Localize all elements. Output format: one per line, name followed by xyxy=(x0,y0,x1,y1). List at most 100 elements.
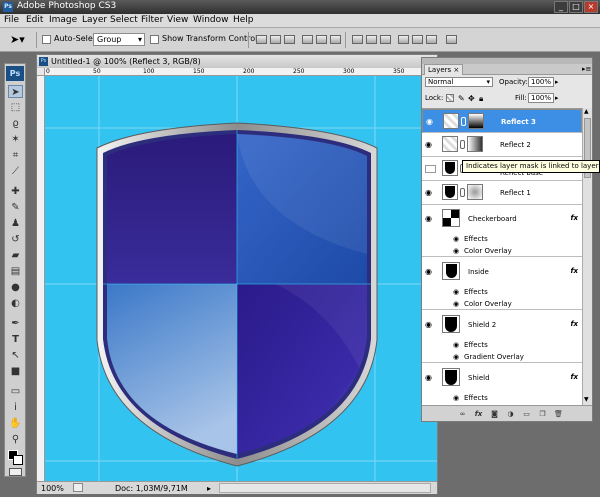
layer-row-reflect-3[interactable]: ◉ Reflect 3 xyxy=(422,109,582,133)
visibility-eye-icon[interactable]: ◉ xyxy=(425,321,436,329)
close-icon[interactable]: × xyxy=(453,66,459,74)
lasso-icon[interactable]: ϱ xyxy=(8,117,23,130)
horizontal-scrollbar[interactable] xyxy=(219,483,431,493)
menu-layer[interactable]: Layer xyxy=(82,15,107,25)
distribute-right-icon[interactable] xyxy=(426,35,437,44)
layer-row-checkerboard[interactable]: ◉ Checkerboard fx xyxy=(422,205,582,233)
visibility-eye-icon[interactable]: ◉ xyxy=(425,141,436,149)
magic-wand-icon[interactable]: ✶ xyxy=(8,133,23,146)
align-hcenter-icon[interactable] xyxy=(316,35,327,44)
crop-icon[interactable]: ⌗ xyxy=(8,149,23,162)
close-icon[interactable]: × xyxy=(584,1,598,13)
auto-select-checkbox[interactable] xyxy=(42,35,51,44)
vertical-ruler[interactable] xyxy=(37,76,45,481)
link-chain-icon[interactable] xyxy=(461,117,466,126)
eraser-icon[interactable]: ▰ xyxy=(8,249,23,262)
new-layer-icon[interactable]: ❐ xyxy=(538,410,547,418)
align-vcenter-icon[interactable] xyxy=(270,35,281,44)
lock-transparency-icon[interactable] xyxy=(446,94,454,102)
link-chain-icon[interactable] xyxy=(460,140,465,149)
panel-menu-icon[interactable]: ▸≡ xyxy=(582,65,591,73)
effects-row[interactable]: ◉ Effects xyxy=(422,339,582,351)
marquee-icon[interactable]: ⬚ xyxy=(8,101,23,114)
fill-arrow-icon[interactable]: ▸ xyxy=(555,94,559,102)
status-menu-arrow-icon[interactable]: ▸ xyxy=(207,484,211,493)
zoom-icon[interactable]: ⚲ xyxy=(8,433,23,446)
eyedropper-icon[interactable]: ⅰ xyxy=(8,401,23,414)
effect-eye-icon[interactable]: ◉ xyxy=(453,288,459,296)
path-select-icon[interactable]: ↖ xyxy=(8,349,23,362)
distribute-bottom-icon[interactable] xyxy=(380,35,391,44)
lock-all-icon[interactable]: 🔒︎ xyxy=(479,94,483,104)
document-titlebar[interactable]: Ps Untitled-1 @ 100% (Reflect 3, RGB/8) xyxy=(37,55,437,68)
effects-row[interactable]: ◉ Effects xyxy=(422,286,582,298)
hand-icon[interactable]: ✋ xyxy=(8,417,23,430)
effect-row[interactable]: ◉ Color Overlay xyxy=(422,298,582,310)
menu-edit[interactable]: Edit xyxy=(26,15,43,25)
distribute-left-icon[interactable] xyxy=(398,35,409,44)
dodge-icon[interactable]: ◐ xyxy=(8,297,23,310)
menu-filter[interactable]: Filter xyxy=(141,15,163,25)
effect-eye-icon[interactable]: ◉ xyxy=(453,394,459,402)
healing-icon[interactable]: ✚ xyxy=(8,185,23,198)
tab-layers[interactable]: Layers × xyxy=(424,64,464,75)
effect-eye-icon[interactable]: ◉ xyxy=(453,247,459,255)
effect-eye-icon[interactable]: ◉ xyxy=(453,235,459,243)
menu-image[interactable]: Image xyxy=(49,15,77,25)
effect-row[interactable]: ◉ Gradient Overlay xyxy=(422,351,582,363)
maximize-icon[interactable]: □ xyxy=(569,1,583,13)
background-color-swatch[interactable] xyxy=(13,455,23,465)
fx-icon[interactable]: fx xyxy=(570,373,578,381)
align-left-icon[interactable] xyxy=(302,35,313,44)
new-group-icon[interactable]: ▭ xyxy=(522,410,531,418)
quick-mask-icon[interactable] xyxy=(9,468,22,476)
shape-icon[interactable]: ■ xyxy=(8,365,23,378)
align-bottom-icon[interactable] xyxy=(284,35,295,44)
trash-icon[interactable]: 🗑︎ xyxy=(554,410,563,418)
adjustment-layer-icon[interactable]: ◑ xyxy=(506,410,515,418)
auto-align-icon[interactable] xyxy=(446,35,457,44)
slice-icon[interactable]: ⟋ xyxy=(8,165,23,178)
minimize-icon[interactable]: _ xyxy=(554,1,568,13)
gradient-icon[interactable]: ▤ xyxy=(8,265,23,278)
status-info-icon[interactable] xyxy=(73,483,83,492)
transform-checkbox[interactable] xyxy=(150,35,159,44)
horizontal-ruler[interactable]: 0 50 100 150 200 250 300 350 xyxy=(45,68,437,76)
menu-select[interactable]: Select xyxy=(110,15,138,25)
add-mask-icon[interactable]: ◙ xyxy=(490,410,499,418)
distribute-vcenter-icon[interactable] xyxy=(366,35,377,44)
distribute-hcenter-icon[interactable] xyxy=(412,35,423,44)
layer-row-shield[interactable]: ◉ Shield fx xyxy=(422,364,582,392)
lock-image-icon[interactable]: ✎ xyxy=(458,94,465,103)
scroll-up-icon[interactable]: ▲ xyxy=(584,108,591,116)
move-icon[interactable]: ➤ xyxy=(8,85,23,98)
opacity-field[interactable]: 100% xyxy=(528,77,554,87)
effect-eye-icon[interactable]: ◉ xyxy=(453,300,459,308)
fx-icon[interactable]: fx xyxy=(570,214,578,222)
blur-icon[interactable]: ● xyxy=(8,281,23,294)
layer-row-shield-2[interactable]: ◉ Shield 2 fx xyxy=(422,311,582,339)
fill-field[interactable]: 100% xyxy=(528,93,554,103)
menu-file[interactable]: File xyxy=(4,15,19,25)
fx-icon[interactable]: fx xyxy=(570,267,578,275)
visibility-eye-icon[interactable]: ◉ xyxy=(425,189,436,197)
link-layers-icon[interactable]: ∞ xyxy=(458,410,467,418)
effects-row[interactable]: ◉ Effects xyxy=(422,233,582,245)
add-style-icon[interactable]: fx xyxy=(474,410,483,418)
blend-mode-dropdown[interactable]: Normal ▾ xyxy=(425,77,493,87)
type-icon[interactable]: T xyxy=(8,333,23,346)
auto-select-dropdown[interactable]: Group ▾ xyxy=(93,33,145,46)
distribute-top-icon[interactable] xyxy=(352,35,363,44)
layer-row-reflect-2[interactable]: ◉ Reflect 2 xyxy=(422,133,582,157)
layer-row-reflect-1[interactable]: ◉ Reflect 1 xyxy=(422,181,582,205)
align-right-icon[interactable] xyxy=(330,35,341,44)
effect-eye-icon[interactable]: ◉ xyxy=(453,341,459,349)
menu-view[interactable]: View xyxy=(167,15,188,25)
effects-row[interactable]: ◉ Effects xyxy=(422,392,582,404)
scroll-down-icon[interactable]: ▼ xyxy=(584,396,591,404)
layer-row-inside[interactable]: ◉ Inside fx xyxy=(422,258,582,286)
ruler-origin[interactable] xyxy=(37,68,45,76)
visibility-eye-icon[interactable]: ◉ xyxy=(425,268,436,276)
visibility-eye-icon[interactable]: ◉ xyxy=(425,215,436,223)
notes-icon[interactable]: ▭ xyxy=(8,385,23,398)
